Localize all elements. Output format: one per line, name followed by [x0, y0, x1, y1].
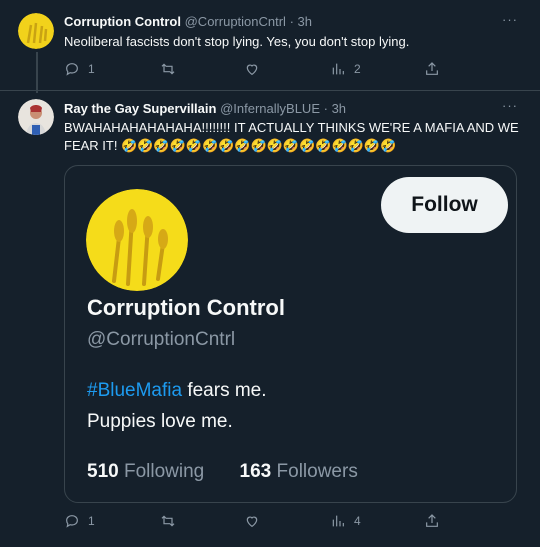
followers-link[interactable]: 163 Followers — [240, 461, 358, 482]
tweet-text: BWAHAHAHAHAHAHA!!!!!!!! IT ACTUALLY THIN… — [64, 120, 519, 153]
share-icon — [426, 514, 438, 527]
reply-count: 1 — [88, 62, 95, 76]
thread-line — [36, 52, 38, 93]
views-button[interactable]: 4 — [330, 513, 361, 529]
tweet-actions: 1 4 — [64, 513, 444, 531]
following-label: Following — [123, 461, 205, 482]
handle[interactable]: @InfernallyBLUE — [220, 101, 320, 116]
views-count: 4 — [354, 514, 361, 528]
following-count: 510 — [87, 461, 119, 482]
tweet-actions: 1 2 — [64, 61, 444, 79]
display-name[interactable]: Ray the Gay Supervillain — [64, 101, 216, 116]
bio-text: fears me. — [182, 380, 267, 401]
share-icon — [426, 62, 438, 75]
tweet-header: Corruption Control @CorruptionCntrl · 3h — [64, 14, 312, 29]
more-options-icon[interactable]: ··· — [502, 98, 518, 113]
follow-button[interactable]: Follow — [381, 177, 508, 233]
followers-label: Followers — [276, 461, 358, 482]
profile-bio: #BlueMafia fears me. Puppies love me. — [87, 375, 267, 437]
profile-name: Corruption Control — [87, 295, 285, 320]
avatar[interactable] — [18, 13, 54, 49]
share-button[interactable] — [424, 513, 440, 529]
like-button[interactable] — [244, 61, 260, 77]
avatar[interactable] — [18, 99, 54, 135]
heart-icon — [246, 64, 258, 76]
timestamp[interactable]: 3h — [298, 14, 312, 29]
profile-handle: @CorruptionCntrl — [87, 329, 236, 350]
tweet-corruption-control[interactable]: Corruption Control @CorruptionCntrl · 3h… — [0, 0, 540, 93]
profile-card[interactable]: Follow Corruption Control @CorruptionCnt… — [64, 165, 517, 503]
separator-dot: · — [289, 14, 294, 29]
following-link[interactable]: 510 Following — [87, 461, 210, 482]
views-icon — [332, 63, 344, 75]
share-button[interactable] — [424, 61, 440, 77]
profile-stats: 510 Following 163 Followers — [87, 461, 358, 483]
tweet-text: Neoliberal fascists don't stop lying. Ye… — [64, 34, 410, 49]
display-name[interactable]: Corruption Control — [64, 14, 181, 29]
reply-icon — [66, 515, 78, 528]
views-icon — [332, 515, 344, 527]
separator-dot: · — [323, 101, 328, 116]
tweet-header: Ray the Gay Supervillain @InfernallyBLUE… — [64, 101, 346, 116]
more-options-icon[interactable]: ··· — [502, 12, 518, 27]
followers-count: 163 — [239, 461, 272, 482]
retweet-button[interactable] — [160, 513, 176, 529]
reply-button[interactable]: 1 — [64, 513, 95, 529]
heart-icon — [246, 516, 258, 528]
retweet-button[interactable] — [160, 61, 176, 77]
bio-line-2: Puppies love me. — [87, 411, 233, 432]
handle[interactable]: @CorruptionCntrl — [185, 14, 286, 29]
like-button[interactable] — [244, 513, 260, 529]
reply-icon — [66, 63, 78, 76]
reply-button[interactable]: 1 — [64, 61, 95, 77]
views-count: 2 — [354, 62, 361, 76]
hashtag-link[interactable]: #BlueMafia — [87, 380, 182, 401]
reply-count: 1 — [88, 514, 95, 528]
retweet-icon — [161, 515, 175, 527]
tweet-ray-supervillain[interactable]: Ray the Gay Supervillain @InfernallyBLUE… — [0, 92, 540, 547]
views-button[interactable]: 2 — [330, 61, 361, 77]
timestamp[interactable]: 3h — [332, 101, 346, 116]
profile-avatar[interactable] — [86, 189, 188, 291]
retweet-icon — [161, 63, 175, 75]
